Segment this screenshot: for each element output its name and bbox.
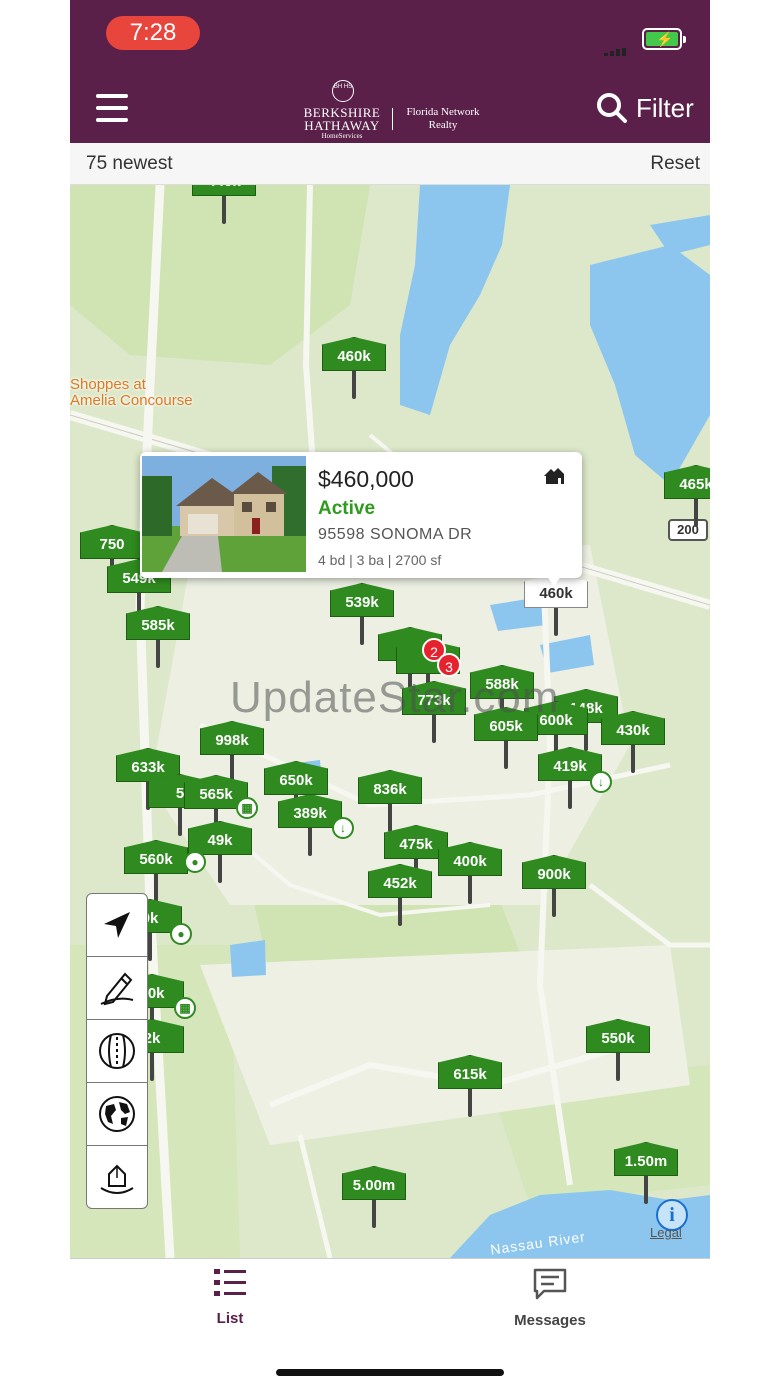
home-indicator[interactable] — [276, 1369, 504, 1376]
place-label-line-1: Shoppes at — [70, 376, 146, 393]
pin-label: 560k — [124, 840, 188, 874]
price-pin[interactable]: 440k — [192, 185, 256, 226]
price-pin[interactable]: 400k — [438, 842, 502, 906]
price-pin[interactable]: 460k — [322, 337, 386, 401]
results-count[interactable]: 75 newest — [86, 153, 173, 175]
pin-label: 836k — [358, 770, 422, 804]
3d-view-button[interactable] — [87, 1146, 147, 1209]
location-dot-icon: ● — [170, 923, 192, 945]
status-time[interactable]: 7:28 — [106, 16, 200, 50]
price-pin[interactable]: 1.50m — [614, 1142, 678, 1206]
location-dot-icon: ● — [184, 851, 206, 873]
partner-line-2: Realty — [428, 119, 458, 131]
listing-address: 95598 SONOMA DR — [318, 526, 473, 543]
place-label-line-2: Amelia Concourse — [70, 392, 193, 409]
price-drop-icon: ↓ — [590, 771, 612, 793]
pin-label: 400k — [438, 842, 502, 876]
brand-logo: BH HS BERKSHIRE HATHAWAY HomeServices Fl… — [300, 78, 490, 140]
price-pin[interactable]: 585k — [126, 606, 190, 670]
pin-label: 1.50m — [614, 1142, 678, 1176]
open-house-icon: ▦ — [174, 997, 196, 1019]
globe-icon — [99, 1096, 135, 1132]
legal-link[interactable]: Legal — [650, 1225, 682, 1240]
price-pin[interactable]: 430k — [601, 711, 665, 775]
listing-photo[interactable] — [142, 456, 306, 572]
price-drop-icon: ↓ — [332, 817, 354, 839]
satellite-view-button[interactable] — [87, 1083, 147, 1146]
battery-icon: ⚡ — [642, 28, 686, 50]
search-icon — [597, 93, 627, 123]
tab-messages[interactable]: Messages — [470, 1267, 630, 1329]
selected-price-pin[interactable]: 460k — [524, 574, 588, 638]
filter-button[interactable]: Filter — [596, 90, 700, 126]
pin-label: 539k — [330, 583, 394, 617]
tab-messages-label: Messages — [514, 1312, 586, 1329]
app-header: BH HS BERKSHIRE HATHAWAY HomeServices Fl… — [70, 70, 710, 143]
map-view-toggle-button[interactable] — [87, 1020, 147, 1083]
results-bar: 75 newest Reset — [70, 143, 710, 185]
pin-label: 585k — [126, 606, 190, 640]
pencil-icon — [100, 972, 134, 1006]
pin-label: 465k — [664, 465, 710, 499]
pin-label: 49k — [188, 821, 252, 855]
pin-label: 440k — [192, 185, 256, 196]
pin-label: 452k — [368, 864, 432, 898]
draw-area-button[interactable] — [87, 957, 147, 1020]
partner-line-1: Florida Network — [406, 106, 480, 118]
status-bar: 7:28 ⚡ — [70, 0, 710, 70]
map-road-icon — [99, 1033, 135, 1069]
map-tools-panel — [86, 893, 148, 1209]
tab-list[interactable]: List — [150, 1267, 310, 1327]
watermark: UpdateStar.com — [230, 673, 560, 722]
listing-status: Active — [318, 498, 376, 519]
price-pin[interactable]: 5.00m — [342, 1166, 406, 1230]
pin-label: 998k — [200, 721, 264, 755]
tab-list-label: List — [216, 1310, 244, 1327]
message-icon — [533, 1268, 567, 1300]
price-pin[interactable]: 550k — [586, 1019, 650, 1083]
bottom-tab-bar: List Messages — [70, 1258, 710, 1387]
list-icon — [214, 1269, 246, 1296]
pin-label: 650k — [264, 761, 328, 795]
signal-icon — [604, 38, 632, 56]
listing-specs: 4 bd | 3 ba | 2700 sf — [318, 552, 442, 568]
pin-label: 900k — [522, 855, 586, 889]
pin-label: 750 — [80, 525, 144, 559]
pin-label: 5.00m — [342, 1166, 406, 1200]
reset-button[interactable]: Reset — [650, 153, 700, 175]
house-photo — [142, 456, 306, 572]
pin-label: 460k — [322, 337, 386, 371]
location-arrow-icon — [104, 912, 130, 938]
pin-label: 550k — [586, 1019, 650, 1053]
app-screen: 7:28 ⚡ BH HS BERKSHIRE HATHAWAY HomeServ… — [70, 0, 710, 1387]
listing-price: $460,000 — [318, 466, 414, 492]
pin-label: 430k — [601, 711, 665, 745]
filter-label: Filter — [636, 92, 694, 123]
open-house-icon: ▦ — [236, 797, 258, 819]
price-pin[interactable]: 615k — [438, 1055, 502, 1119]
menu-icon[interactable] — [96, 94, 128, 122]
brand-line-3: HomeServices — [321, 132, 363, 140]
property-type-icon — [544, 468, 564, 484]
map-view[interactable]: Shoppes at Amelia Concourse 200 Nassau R… — [70, 185, 710, 1258]
logo-divider — [392, 108, 393, 130]
house-3d-icon — [100, 1164, 134, 1194]
current-location-button[interactable] — [87, 894, 147, 957]
price-pin[interactable]: 900k — [522, 855, 586, 919]
pin-label: 615k — [438, 1055, 502, 1089]
brand-seal: BH HS — [332, 80, 354, 102]
price-pin[interactable]: 452k — [368, 864, 432, 928]
listing-preview-card[interactable]: $460,000 Active 95598 SONOMA DR 4 bd | 3… — [140, 452, 582, 586]
price-pin[interactable]: 465k — [664, 465, 710, 529]
